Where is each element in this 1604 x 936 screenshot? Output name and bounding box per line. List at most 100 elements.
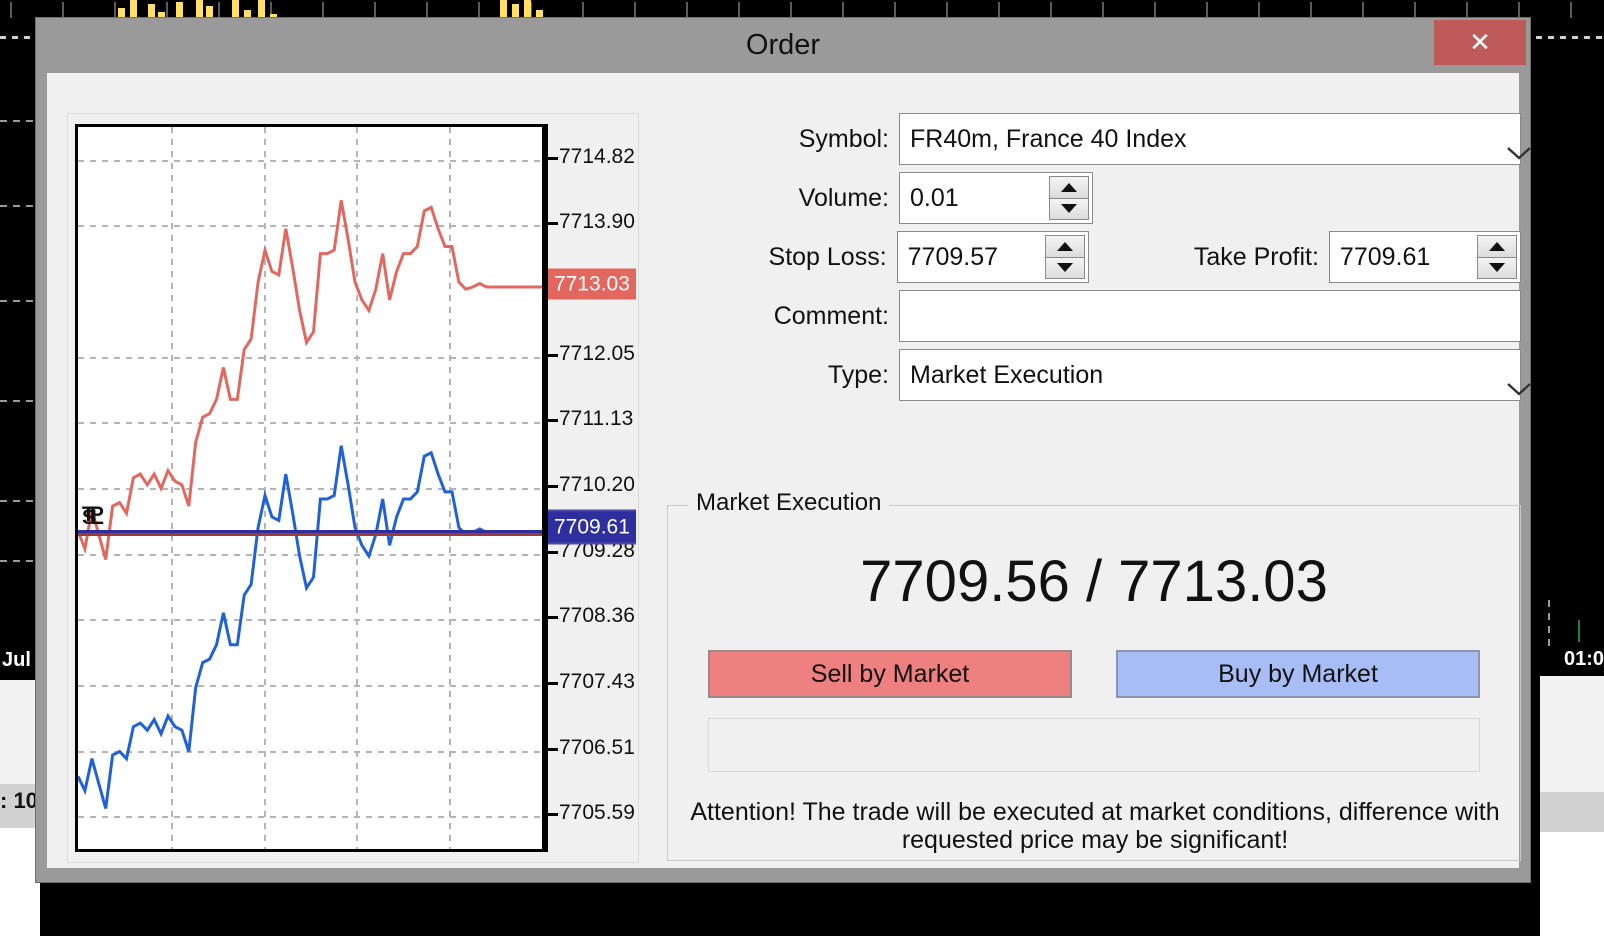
background-tick (1362, 2, 1364, 18)
arrow-up-icon[interactable] (1044, 235, 1085, 258)
background-gridline (0, 500, 38, 502)
background-tick (218, 2, 220, 18)
axis-tick-label: 7705.59 (559, 801, 635, 825)
arrow-up-icon[interactable] (1049, 176, 1089, 199)
order-dialog: Order ✕ TP SL 7714.82 7713.90 7712.05 7711.1… (36, 18, 1531, 882)
type-select[interactable]: Market Execution (899, 349, 1531, 401)
background-panel-row (0, 680, 40, 733)
symbol-select[interactable]: FR40m, France 40 Index (899, 113, 1531, 165)
axis-tick-label: 7714.82 (559, 144, 635, 168)
background-tick (322, 2, 324, 18)
volume-stepper[interactable] (1049, 176, 1089, 220)
stop-loss-stepper[interactable] (1044, 235, 1085, 279)
attention-message: Attention! The trade will be executed at… (690, 798, 1500, 854)
comment-row: Comment: (667, 290, 1521, 342)
axis-tick (545, 353, 558, 357)
background-tick (842, 2, 844, 18)
axis-tick (545, 485, 558, 489)
background-panel-row (0, 732, 40, 785)
background-tick (894, 2, 896, 18)
background-time-label-right: 01:0 (1563, 648, 1604, 670)
background-tick (738, 2, 740, 18)
dialog-body: TP SL 7714.82 7713.90 7712.05 7711.13 7710.20… (47, 73, 1531, 868)
background-gridline (0, 560, 38, 562)
price-display: 7709.56 / 7713.03 (860, 549, 1328, 614)
comment-label: Comment: (773, 301, 889, 330)
background-tick (1154, 2, 1156, 18)
background-panel-row (1540, 734, 1604, 793)
stop-loss-label: Stop Loss: (768, 242, 887, 271)
background-tick (1258, 2, 1260, 18)
background-tick (686, 2, 688, 18)
sell-by-market-button[interactable]: Sell by Market (708, 650, 1072, 698)
background-tick (166, 2, 168, 18)
take-profit-stepper[interactable] (1477, 235, 1517, 279)
axis-tick (545, 682, 558, 686)
background-gridline (0, 120, 38, 122)
volume-value: 0.01 (910, 183, 959, 212)
background-gridline (0, 205, 38, 207)
arrow-down-icon[interactable] (1049, 198, 1089, 220)
axis-tick (545, 616, 558, 620)
take-profit-input[interactable]: 7709.61 (1328, 231, 1521, 283)
background-panel-selected-row (1540, 792, 1604, 832)
background-tick (1310, 2, 1312, 18)
stop-loss-level-label: SL (82, 506, 104, 530)
background-tick (62, 2, 64, 18)
background-tick (426, 2, 428, 18)
symbol-row: Symbol: FR40m, France 40 Index (667, 113, 1531, 165)
axis-tick-label: 7711.13 (559, 407, 634, 431)
comment-input[interactable] (899, 290, 1521, 342)
axis-tick-label: 7713.90 (559, 210, 635, 234)
background-tick (1206, 2, 1208, 18)
background-tick (1414, 2, 1416, 18)
axis-tick-label: 7712.05 (559, 341, 635, 365)
axis-tick (545, 813, 558, 817)
background-gridline (0, 400, 38, 402)
symbol-value: FR40m, France 40 Index (910, 124, 1187, 153)
take-profit-label: Take Profit: (1193, 242, 1319, 271)
background-panel-row (1540, 676, 1604, 735)
buy-by-market-button[interactable]: Buy by Market (1116, 650, 1480, 698)
axis-tick-label: 7707.43 (559, 670, 635, 694)
axis-tick (545, 550, 558, 554)
axis-tick (545, 419, 558, 423)
background-tick (1570, 2, 1572, 18)
dialog-title: Order (745, 29, 821, 61)
price-axis: 7714.82 7713.90 7712.05 7711.13 7710.20 7709.… (545, 124, 638, 852)
order-form: Symbol: FR40m, France 40 Index Volume: 0… (667, 113, 1531, 861)
symbol-label: Symbol: (798, 124, 889, 153)
volume-row: Volume: 0.01 (667, 172, 1521, 224)
bid-tag: 7709.61 (548, 509, 636, 545)
stop-loss-value: 7709.57 (907, 242, 999, 271)
quote-chart-plot: TP SL (75, 124, 545, 852)
quote-chart-panel: TP SL 7714.82 7713.90 7712.05 7711.13 7710.20… (67, 113, 639, 863)
background-tick (1050, 2, 1052, 18)
background-gridline (0, 300, 38, 302)
close-icon[interactable]: ✕ (1434, 20, 1526, 65)
arrow-down-icon[interactable] (1044, 257, 1085, 279)
arrow-up-icon[interactable] (1477, 235, 1517, 258)
background-stat-label: : 10 (0, 788, 38, 813)
volume-input[interactable]: 0.01 (899, 172, 1093, 224)
market-execution-group: Market Execution 7709.56 / 7713.03 Sell … (667, 489, 1521, 861)
axis-tick-label: 7706.51 (559, 735, 635, 759)
market-execution-title: Market Execution (688, 489, 890, 517)
stop-loss-input[interactable]: 7709.57 (896, 231, 1089, 283)
background-tick (10, 2, 12, 18)
background-tick (374, 2, 376, 18)
stop-loss-level[interactable] (78, 533, 542, 537)
background-gridline-vertical (1548, 600, 1550, 652)
status-field (708, 718, 1480, 772)
axis-tick (545, 222, 558, 226)
background-tick (478, 2, 480, 18)
volume-label: Volume: (798, 183, 889, 212)
take-profit-value: 7709.61 (1339, 242, 1431, 271)
arrow-down-icon[interactable] (1477, 257, 1517, 279)
background-tick (582, 2, 584, 18)
sl-tp-row: Stop Loss: 7709.57 Take Profit: 7709.61 (667, 231, 1521, 283)
background-indicator-line (1578, 620, 1580, 642)
axis-tick-label: 7708.36 (559, 604, 635, 628)
quote-lines (78, 200, 542, 809)
series-ask (78, 200, 542, 560)
